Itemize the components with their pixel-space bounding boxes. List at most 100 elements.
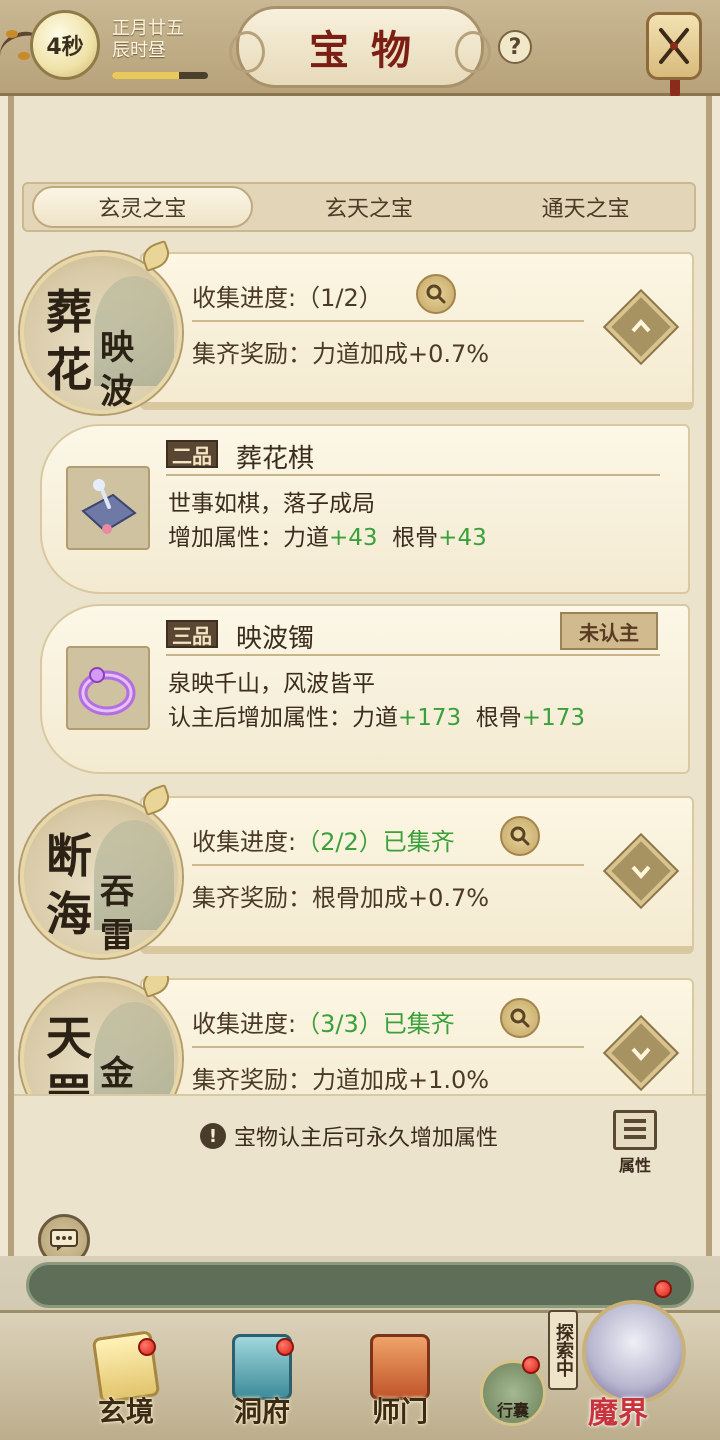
collection-progress: 收集进度:（2/2）已集齐	[192, 822, 455, 857]
grade-text: 二品	[172, 443, 212, 468]
grade-badge: 二品	[166, 440, 218, 468]
collection-reward: 集齐奖励：力道加成+0.7%	[192, 334, 489, 369]
attributes-button[interactable]: 属性	[606, 1110, 664, 1176]
status-text: 未认主	[579, 620, 639, 645]
treasure-description: 泉映千山，风波皆平	[168, 671, 375, 697]
treasure-item[interactable]: 三品 映波镯 未认主 泉映千山，风波皆平 认主后增加属性：力道+173 根骨+1…	[40, 604, 690, 774]
treasure-image	[66, 466, 150, 550]
leaf-decoration	[18, 52, 30, 60]
stat-value: +43	[438, 525, 487, 551]
reward-label: 集齐奖励：	[192, 1066, 312, 1094]
close-button[interactable]	[646, 12, 702, 80]
search-icon	[510, 1008, 530, 1028]
bracelet-icon	[78, 667, 136, 716]
time-progress-fill	[112, 72, 180, 79]
notification-dot	[138, 1338, 156, 1356]
collection-clip: 天 罡 金 收集进度:（3/3）已集齐 集齐奖励：力道加成+1.0%	[0, 976, 720, 1094]
collection-name-char: 映	[100, 328, 134, 368]
treasure-attributes: 增加属性：力道+43 根骨+43	[168, 518, 487, 552]
collapse-button[interactable]	[605, 291, 677, 363]
exploring-tag: 探索中	[548, 1310, 578, 1390]
tip-text: 宝物认主后可永久增加属性	[234, 1126, 499, 1151]
bag-label: 行囊	[496, 1401, 529, 1420]
complete-text: 已集齐	[382, 1010, 455, 1038]
nav-xuanjing[interactable]: 玄境	[66, 1330, 186, 1430]
tip-note: ! 宝物认主后可永久增加属性	[200, 1120, 498, 1152]
collapse-diamond	[605, 291, 677, 363]
collection-name-char: 天	[46, 1011, 92, 1065]
chess-board-icon	[81, 479, 137, 534]
collection-reward: 集齐奖励：力道加成+1.0%	[192, 1060, 489, 1094]
search-button[interactable]	[416, 274, 456, 314]
nav-label: 师门	[371, 1395, 428, 1428]
help-button[interactable]: ?	[498, 30, 532, 64]
stat-value: +43	[329, 525, 378, 551]
search-icon	[510, 826, 530, 846]
date-line-2: 辰时昼	[112, 40, 166, 61]
nav-shimen[interactable]: 师门	[340, 1330, 460, 1430]
time-progress-bar	[112, 72, 208, 79]
divider	[166, 474, 660, 476]
collection-name-char: 金	[100, 1054, 134, 1094]
grade-text: 三品	[172, 623, 212, 648]
stat-name: 力道	[283, 525, 329, 551]
expand-button[interactable]	[605, 1017, 677, 1089]
complete-text: 已集齐	[382, 828, 455, 856]
tab-label: 玄天之宝	[325, 197, 414, 222]
expand-diamond	[605, 1017, 677, 1089]
divider	[166, 654, 660, 656]
help-icon: ?	[508, 34, 522, 60]
search-button[interactable]	[500, 816, 540, 856]
treasure-name: 映波镯	[236, 624, 315, 654]
divider	[192, 864, 584, 866]
tab-xuanling[interactable]: 玄灵之宝	[32, 186, 253, 228]
stat-name: 根骨	[392, 525, 439, 551]
info-icon: !	[200, 1123, 226, 1149]
expand-diamond	[605, 835, 677, 907]
reward-value: 根骨加成+0.7%	[312, 884, 490, 912]
tab-label: 玄灵之宝	[98, 197, 187, 222]
date-line-1: 正月廿五	[112, 18, 184, 39]
collection-reward: 集齐奖励：根骨加成+0.7%	[192, 878, 489, 913]
progress-value: （3/3）	[296, 1010, 383, 1038]
collection-name-char: 罡	[46, 1060, 92, 1094]
attr-label: 增加属性：	[168, 525, 283, 551]
collection-medallion: 葬 花 映 波	[20, 252, 182, 414]
chevron-down-icon	[631, 865, 651, 880]
expand-button[interactable]	[605, 835, 677, 907]
stat-name: 根骨	[475, 705, 522, 731]
collection-name-char: 葬	[46, 285, 92, 339]
collection-name-char: 雷	[100, 916, 134, 956]
timer-text: 4秒	[46, 35, 84, 60]
timer-orb: 4秒	[30, 10, 100, 80]
book-icon	[613, 1110, 657, 1150]
reward-label: 集齐奖励：	[192, 884, 312, 912]
nav-dongfu[interactable]: 洞府	[202, 1330, 322, 1430]
stat-value: +173	[521, 705, 585, 731]
progress-value: （2/2）	[296, 828, 383, 856]
divider	[192, 320, 584, 322]
leaf-decoration	[6, 30, 18, 38]
unclaimed-badge: 未认主	[560, 612, 658, 650]
stat-name: 力道	[352, 705, 398, 731]
grade-badge: 三品	[166, 620, 218, 648]
chat-icon	[50, 1229, 78, 1251]
reward-label: 集齐奖励：	[192, 340, 312, 368]
tab-xuantian[interactable]: 玄天之宝	[261, 184, 478, 230]
search-button[interactable]	[500, 998, 540, 1038]
collection-progress: 收集进度:（3/3）已集齐	[192, 1004, 455, 1039]
collection-name-char: 吞	[100, 872, 134, 912]
tab-tongtian[interactable]: 通天之宝	[477, 184, 694, 230]
category-tabs: 玄灵之宝 玄天之宝 通天之宝	[22, 182, 696, 232]
progress-value: （1/2）	[296, 284, 383, 312]
attributes-label: 属性	[618, 1156, 651, 1175]
collection-name-char: 花	[46, 343, 92, 397]
chevron-up-icon	[631, 318, 651, 333]
collection-name-char: 断	[46, 829, 92, 883]
treasure-name: 葬花棋	[236, 444, 315, 474]
top-bar: 4秒 正月廿五 辰时昼 宝物 ?	[0, 0, 720, 98]
stat-value: +173	[398, 705, 462, 731]
treasure-item[interactable]: 二品 葬花棋 世事如棋，落子成局 增加属性：力道+43 根骨+43	[40, 424, 690, 594]
progress-label: 收集进度:	[192, 1010, 297, 1038]
notification-dot	[654, 1280, 672, 1298]
